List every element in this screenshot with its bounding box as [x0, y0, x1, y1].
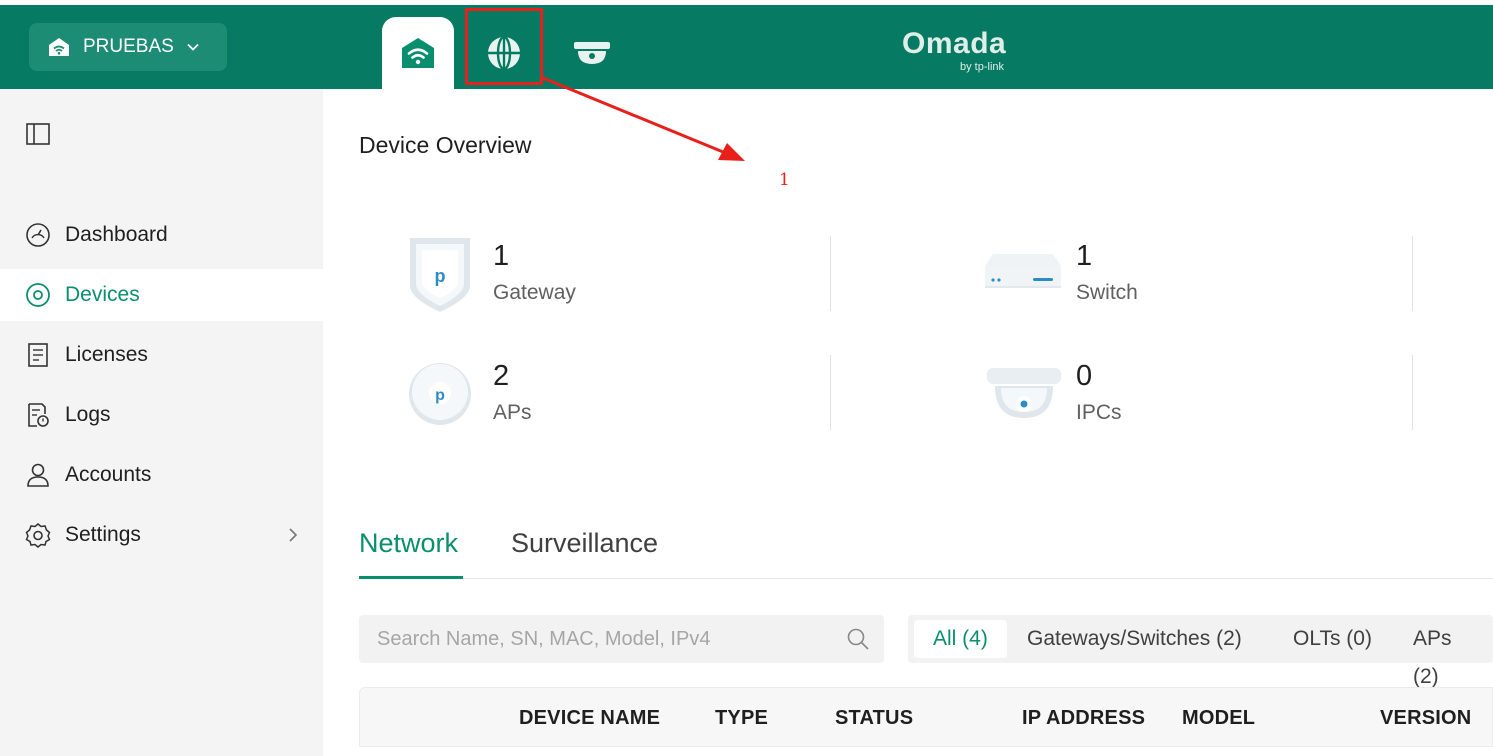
device-type-filter: All (4) Gateways/Switches (2) OLTs (0) A…: [908, 615, 1493, 688]
omada-controller-page: PRUEBAS Omada by tp-link Dashboard Devic…: [0, 0, 1493, 756]
license-icon: [24, 341, 52, 369]
aps-count: 2: [493, 360, 510, 392]
devices-icon: [24, 281, 52, 309]
ipc-camera-icon: [987, 368, 1061, 418]
filter-olts[interactable]: OLTs (0): [1274, 620, 1391, 658]
col-model[interactable]: MODEL: [1182, 707, 1255, 730]
sidebar-item-accounts[interactable]: Accounts: [0, 449, 323, 501]
col-status[interactable]: STATUS: [835, 707, 913, 730]
tab-surveillance[interactable]: [556, 21, 628, 85]
gear-icon: [24, 521, 52, 549]
col-type[interactable]: TYPE: [715, 707, 768, 730]
chevron-down-icon: [187, 43, 199, 51]
search-input[interactable]: Search Name, SN, MAC, Model, IPv4: [359, 615, 884, 663]
logs-icon: [24, 401, 52, 429]
sidebar-collapse-icon[interactable]: [26, 123, 50, 145]
top-bar: PRUEBAS Omada by tp-link: [0, 5, 1493, 89]
table-header: DEVICE NAME TYPE STATUS IP ADDRESS MODEL…: [359, 687, 1493, 747]
col-device-name[interactable]: DEVICE NAME: [519, 707, 660, 730]
user-icon: [24, 461, 52, 489]
site-selector[interactable]: PRUEBAS: [29, 23, 227, 71]
sidebar-item-label: Licenses: [65, 343, 148, 366]
switch-label: Switch: [1076, 281, 1138, 304]
switch-icon: [985, 254, 1061, 288]
col-version[interactable]: VERSION: [1380, 707, 1471, 730]
sidebar-item-licenses[interactable]: Licenses: [0, 329, 323, 381]
omada-logo-sub: by tp-link: [960, 61, 1005, 73]
home-wifi-icon: [49, 38, 69, 56]
divider: [830, 355, 831, 430]
aps-label: APs: [493, 401, 532, 424]
annotation-highlight-box: [465, 8, 543, 85]
ipcs-label: IPCs: [1076, 401, 1122, 424]
tab-network[interactable]: Network: [359, 528, 458, 559]
wifi-home-icon: [402, 38, 434, 68]
page-title: Device Overview: [359, 132, 532, 158]
sidebar-item-dashboard[interactable]: Dashboard: [0, 209, 323, 261]
device-tabs: Network Surveillance: [359, 528, 1493, 579]
chevron-right-icon: [289, 528, 298, 542]
active-tab-underline: [359, 576, 463, 579]
search-icon[interactable]: [846, 627, 870, 651]
filter-gateways-switches[interactable]: Gateways/Switches (2): [1008, 620, 1261, 658]
gateway-label: Gateway: [493, 281, 576, 304]
tab-network-wifi[interactable]: [382, 17, 454, 89]
overview-card-aps[interactable]: p 2 APs: [400, 352, 820, 432]
sidebar-item-label: Settings: [65, 523, 141, 546]
sidebar: Dashboard Devices Licenses Logs Accounts: [0, 89, 323, 756]
ipcs-count: 0: [1076, 360, 1093, 392]
sidebar-item-devices[interactable]: Devices: [0, 269, 323, 321]
search-placeholder: Search Name, SN, MAC, Model, IPv4: [377, 627, 711, 650]
gateway-icon: p: [410, 238, 470, 312]
omada-logo: Omada: [902, 27, 1007, 60]
divider: [1412, 236, 1413, 311]
overview-card-ipcs[interactable]: 0 IPCs: [983, 352, 1403, 432]
col-ip-address[interactable]: IP ADDRESS: [1022, 707, 1145, 730]
sidebar-item-label: Logs: [65, 403, 111, 426]
overview-card-switch[interactable]: 1 Switch: [983, 232, 1403, 312]
camera-icon: [574, 42, 610, 64]
filter-all[interactable]: All (4): [914, 620, 1007, 658]
site-name: PRUEBAS: [83, 36, 174, 57]
gateway-count: 1: [493, 240, 510, 272]
sidebar-item-settings[interactable]: Settings: [0, 509, 323, 561]
divider: [830, 236, 831, 311]
overview-card-gateway[interactable]: p 1 Gateway: [400, 232, 820, 312]
svg-text:p: p: [435, 266, 446, 286]
annotation-number: 1: [779, 170, 790, 190]
sidebar-item-logs[interactable]: Logs: [0, 389, 323, 441]
sidebar-item-label: Dashboard: [65, 223, 168, 246]
switch-count: 1: [1076, 240, 1093, 272]
divider: [1412, 355, 1413, 430]
dashboard-gauge-icon: [24, 221, 52, 249]
tab-surveillance-list[interactable]: Surveillance: [511, 528, 658, 559]
ap-icon: p: [409, 363, 471, 425]
filter-aps[interactable]: APs (2): [1394, 620, 1493, 688]
sidebar-item-label: Devices: [65, 283, 140, 306]
svg-text:p: p: [435, 387, 445, 404]
sidebar-item-label: Accounts: [65, 463, 152, 486]
